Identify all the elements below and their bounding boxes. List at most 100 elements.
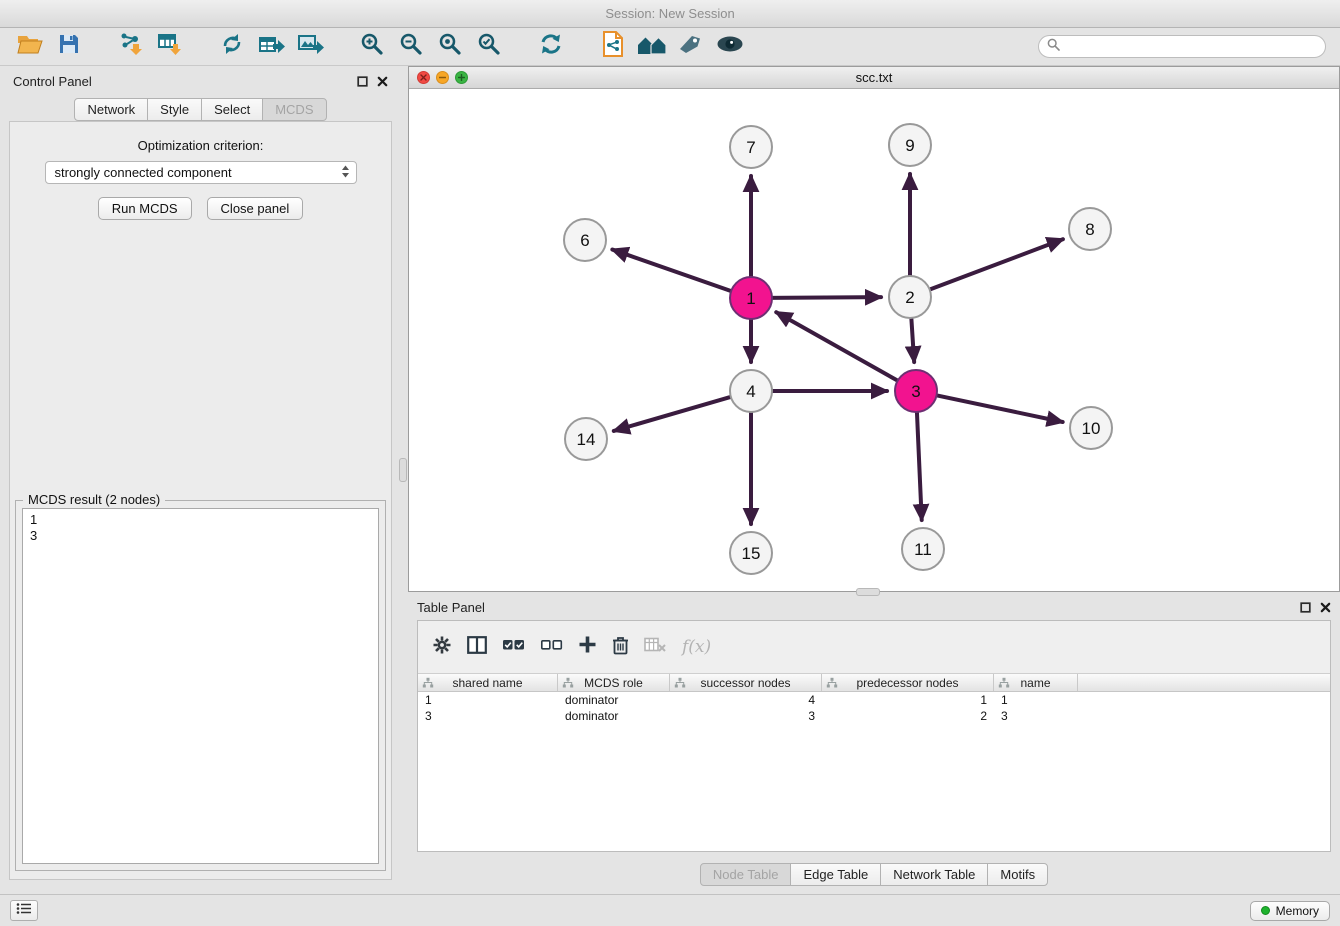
edge-4-14[interactable] [614, 396, 733, 431]
tab-edge-table[interactable]: Edge Table [790, 863, 881, 886]
tab-network-table[interactable]: Network Table [880, 863, 988, 886]
window-titlebar: Session: New Session [0, 0, 1340, 28]
close-table-panel-icon[interactable] [1320, 602, 1331, 613]
column-header-MCDS-role[interactable]: MCDS role [558, 674, 670, 691]
edge-1-6[interactable] [612, 250, 733, 292]
mcds-result-list[interactable]: 13 [22, 508, 379, 864]
node-4[interactable]: 4 [730, 370, 772, 412]
table-row[interactable]: 1dominator411 [418, 692, 1330, 708]
node-7[interactable]: 7 [730, 126, 772, 168]
network-canvas[interactable]: 7 9 6 8 1 2 4 3 14 10 15 11 [409, 89, 1339, 591]
node-label: 14 [577, 430, 596, 449]
network-from-selection-button[interactable] [216, 32, 248, 62]
zoom-fit-icon [438, 32, 462, 61]
edge-1-2[interactable] [770, 297, 881, 298]
memory-button[interactable]: Memory [1250, 901, 1330, 921]
close-panel-button[interactable]: Close panel [207, 197, 304, 220]
node-label: 2 [905, 288, 914, 307]
tab-network[interactable]: Network [74, 98, 148, 121]
apply-layout-button[interactable] [535, 32, 567, 62]
node-9[interactable]: 9 [889, 124, 931, 166]
delete-column-button[interactable] [612, 635, 629, 660]
optimization-criterion-label: Optimization criterion: [10, 138, 391, 153]
search-field[interactable] [1038, 35, 1326, 58]
control-panel: Control Panel NetworkStyleSelectMCDS Opt… [4, 70, 397, 886]
show-columns-button[interactable] [467, 636, 487, 659]
network-window: scc.txt 7 9 6 8 1 2 4 3 14 10 15 11 [408, 66, 1340, 592]
zoom-in-button[interactable] [356, 32, 388, 62]
node-14[interactable]: 14 [565, 418, 607, 460]
import-network-button[interactable] [115, 32, 147, 62]
table-settings-button[interactable] [432, 635, 452, 660]
deselect-all-rows-button[interactable] [540, 636, 563, 658]
attribute-type-icon [674, 677, 686, 692]
status-bar: Memory [0, 894, 1340, 926]
edge-3-11[interactable] [917, 410, 922, 520]
first-neighbors-button[interactable] [636, 32, 668, 62]
search-input[interactable] [1066, 40, 1317, 54]
export-table-icon [258, 32, 285, 61]
horizontal-splitter-handle[interactable] [856, 588, 880, 596]
import-table-button[interactable] [154, 32, 186, 62]
attribute-type-icon [422, 677, 434, 692]
share-document-button[interactable] [597, 32, 629, 62]
node-1[interactable]: 1 [730, 277, 772, 319]
minimize-window-icon[interactable] [436, 71, 449, 84]
select-all-rows-button[interactable] [502, 636, 525, 658]
export-image-button[interactable] [294, 32, 326, 62]
float-panel-icon[interactable] [357, 76, 368, 87]
run-mcds-button[interactable]: Run MCDS [98, 197, 192, 220]
node-10[interactable]: 10 [1070, 407, 1112, 449]
tab-select[interactable]: Select [201, 98, 263, 121]
zoom-out-button[interactable] [395, 32, 427, 62]
tab-style[interactable]: Style [147, 98, 202, 121]
open-session-button[interactable] [14, 32, 46, 62]
table-body: 1dominator4113dominator323 [418, 692, 1330, 851]
node-2[interactable]: 2 [889, 276, 931, 318]
eye-icon [716, 34, 744, 59]
column-header-successor-nodes[interactable]: successor nodes [670, 674, 822, 691]
float-table-panel-icon[interactable] [1300, 602, 1311, 613]
function-builder-button-disabled: f(x) [682, 637, 711, 657]
memory-status-icon [1261, 906, 1270, 915]
save-session-button[interactable] [53, 32, 85, 62]
show-hide-button[interactable] [714, 32, 746, 62]
node-11[interactable]: 11 [902, 528, 944, 570]
column-header-label: MCDS role [584, 676, 643, 690]
column-header-label: shared name [452, 676, 522, 690]
edge-2-8[interactable] [928, 239, 1063, 290]
node-3[interactable]: 3 [895, 370, 937, 412]
node-6[interactable]: 6 [564, 219, 606, 261]
edge-2-3[interactable] [911, 316, 914, 362]
vertical-splitter-handle[interactable] [399, 458, 407, 482]
style-button[interactable] [675, 32, 707, 62]
zoom-fit-button[interactable] [434, 32, 466, 62]
network-window-titlebar[interactable]: scc.txt [409, 67, 1339, 89]
column-header-predecessor-nodes[interactable]: predecessor nodes [822, 674, 994, 691]
node-label: 3 [911, 382, 920, 401]
cell-shared-name: 1 [418, 693, 558, 707]
edge-3-10[interactable] [935, 395, 1063, 422]
edge-3-1[interactable] [776, 312, 899, 381]
tab-mcds[interactable]: MCDS [262, 98, 326, 121]
tab-node-table[interactable]: Node Table [700, 863, 792, 886]
close-panel-icon[interactable] [377, 76, 388, 87]
create-column-button[interactable] [578, 635, 597, 659]
maximize-window-icon[interactable] [455, 71, 468, 84]
table-panel-header: Table Panel [408, 596, 1340, 618]
node-label: 4 [746, 382, 755, 401]
node-15[interactable]: 15 [730, 532, 772, 574]
node-8[interactable]: 8 [1069, 208, 1111, 250]
mcds-tab-content: Optimization criterion: strongly connect… [9, 121, 392, 880]
criterion-select[interactable]: strongly connected component [45, 161, 357, 184]
node-label: 10 [1082, 419, 1101, 438]
column-header-shared-name[interactable]: shared name [418, 674, 558, 691]
tab-motifs[interactable]: Motifs [987, 863, 1048, 886]
zoom-selected-button[interactable] [473, 32, 505, 62]
table-row[interactable]: 3dominator323 [418, 708, 1330, 724]
export-table-button[interactable] [255, 32, 287, 62]
column-header-name[interactable]: name [994, 674, 1078, 691]
close-window-icon[interactable] [417, 71, 430, 84]
task-history-button[interactable] [10, 900, 38, 921]
main-toolbar [0, 28, 1340, 66]
